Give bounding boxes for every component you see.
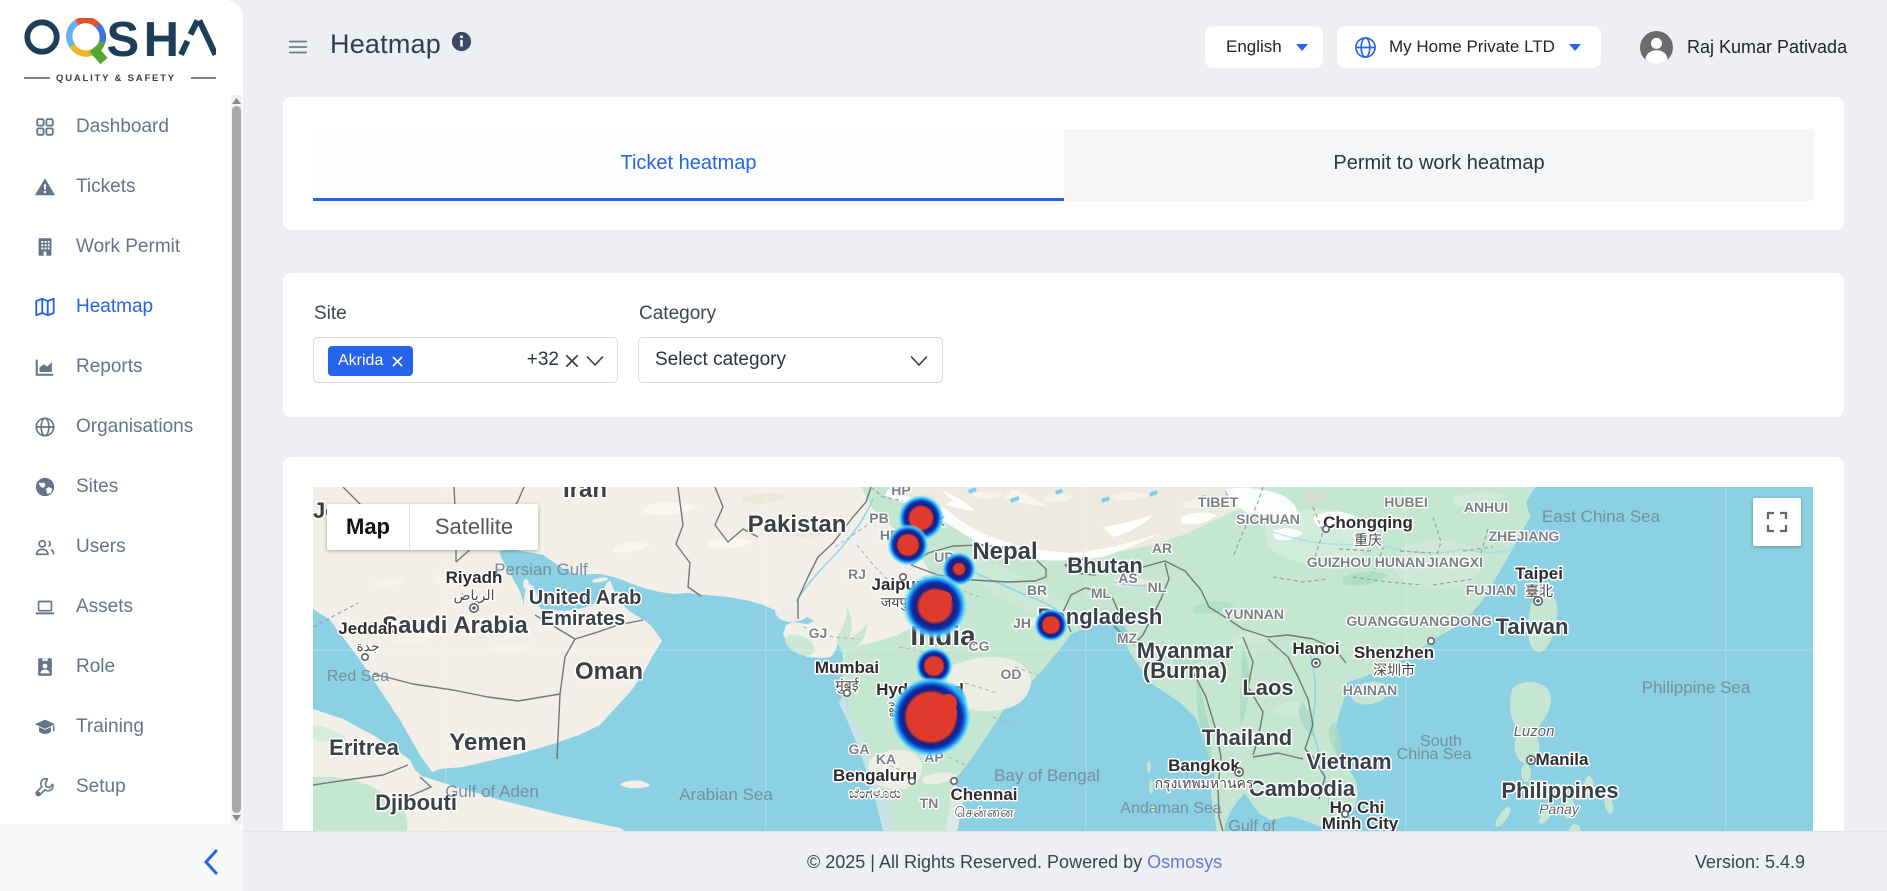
svg-text:Taipei: Taipei <box>1515 564 1563 583</box>
svg-text:Eritrea: Eritrea <box>329 735 399 760</box>
svg-text:Bangkok: Bangkok <box>1168 756 1240 775</box>
svg-text:Luzon: Luzon <box>1514 723 1555 740</box>
svg-text:Saudi Arabia: Saudi Arabia <box>382 612 528 639</box>
svg-text:Pakistan: Pakistan <box>748 511 847 538</box>
svg-text:H: H <box>144 18 179 67</box>
svg-text:GUANGDONG: GUANGDONG <box>1398 613 1492 629</box>
svg-text:ANHUI: ANHUI <box>1464 499 1508 515</box>
svg-text:Vietnam: Vietnam <box>1306 749 1391 774</box>
svg-text:RJ: RJ <box>848 566 866 582</box>
svg-text:GUIZHOU: GUIZHOU <box>1307 554 1372 570</box>
svg-text:FUJIAN: FUJIAN <box>1466 582 1517 598</box>
svg-text:Panay: Panay <box>1539 801 1580 817</box>
svg-text:AR: AR <box>1152 540 1172 556</box>
svg-text:AS: AS <box>1118 570 1137 586</box>
svg-text:சென்னை: சென்னை <box>954 804 1013 820</box>
svg-text:Bay of Bengal: Bay of Bengal <box>994 766 1100 785</box>
svg-text:Shenzhen: Shenzhen <box>1354 643 1434 662</box>
svg-text:GJ: GJ <box>809 625 828 641</box>
svg-text:GA: GA <box>849 741 870 757</box>
svg-text:Bengaluru: Bengaluru <box>833 766 917 785</box>
svg-text:TIBET: TIBET <box>1198 494 1239 510</box>
svg-text:JIANGXI: JIANGXI <box>1427 554 1483 570</box>
svg-text:HUBEI: HUBEI <box>1384 494 1428 510</box>
svg-text:ZHEJIANG: ZHEJIANG <box>1489 528 1560 544</box>
svg-text:Mumbai: Mumbai <box>815 658 879 677</box>
svg-text:جدة: جدة <box>356 638 379 654</box>
svg-text:الرياض: الرياض <box>454 587 495 604</box>
svg-text:Manila: Manila <box>1536 750 1589 769</box>
svg-text:Thailand: Thailand <box>1202 725 1292 750</box>
svg-text:China Sea: China Sea <box>1397 746 1472 763</box>
svg-text:Gulf of Aden: Gulf of Aden <box>445 782 539 801</box>
svg-text:重庆: 重庆 <box>1354 532 1382 548</box>
svg-text:Arabian Sea: Arabian Sea <box>679 785 773 804</box>
svg-text:TN: TN <box>920 795 939 811</box>
svg-text:Jeddah: Jeddah <box>338 619 398 638</box>
svg-text:ML: ML <box>1091 585 1112 601</box>
svg-text:BR: BR <box>1027 582 1047 598</box>
svg-text:United Arab: United Arab <box>529 587 642 609</box>
svg-text:Nepal: Nepal <box>972 538 1037 565</box>
svg-text:Hanoi: Hanoi <box>1292 639 1339 658</box>
svg-text:HUNAN: HUNAN <box>1375 554 1426 570</box>
svg-text:Laos: Laos <box>1242 675 1293 700</box>
svg-text:SICHUAN: SICHUAN <box>1236 511 1300 527</box>
svg-text:East China Sea: East China Sea <box>1542 507 1661 526</box>
svg-text:Philippines: Philippines <box>1501 778 1618 803</box>
svg-text:HP: HP <box>891 487 910 498</box>
svg-text:深圳市: 深圳市 <box>1373 662 1415 678</box>
svg-text:Iran: Iran <box>563 487 607 503</box>
svg-text:Emirates: Emirates <box>541 608 626 630</box>
svg-text:Chennai: Chennai <box>950 785 1017 804</box>
svg-text:QUALITY & SAFETY: QUALITY & SAFETY <box>56 73 176 84</box>
svg-text:Yemen: Yemen <box>449 729 526 756</box>
svg-text:YUNNAN: YUNNAN <box>1224 606 1284 622</box>
svg-text:PB: PB <box>869 510 888 526</box>
svg-text:ಬೆಂಗಳೂರು: ಬೆಂಗಳೂರು <box>849 785 901 801</box>
svg-text:Philippine Sea: Philippine Sea <box>1642 678 1751 697</box>
svg-text:กรุงเทพมหานคร: กรุงเทพมหานคร <box>1155 775 1254 792</box>
svg-text:S: S <box>106 18 139 67</box>
svg-text:MZ: MZ <box>1117 630 1138 646</box>
svg-text:KA: KA <box>876 751 896 767</box>
svg-text:NL: NL <box>1148 579 1167 595</box>
svg-text:Chongqing: Chongqing <box>1323 513 1413 532</box>
svg-text:HAINAN: HAINAN <box>1343 682 1397 698</box>
svg-text:Persian Gulf: Persian Gulf <box>494 560 588 579</box>
svg-text:Oman: Oman <box>575 658 643 685</box>
svg-text:(Burma): (Burma) <box>1143 658 1227 683</box>
svg-text:Red Sea: Red Sea <box>327 668 389 685</box>
svg-text:CG: CG <box>969 638 990 654</box>
svg-text:JH: JH <box>1013 615 1031 631</box>
svg-text:OD: OD <box>1001 666 1022 682</box>
svg-text:Taiwan: Taiwan <box>1496 614 1569 639</box>
svg-text:Andaman Sea: Andaman Sea <box>1120 800 1222 817</box>
